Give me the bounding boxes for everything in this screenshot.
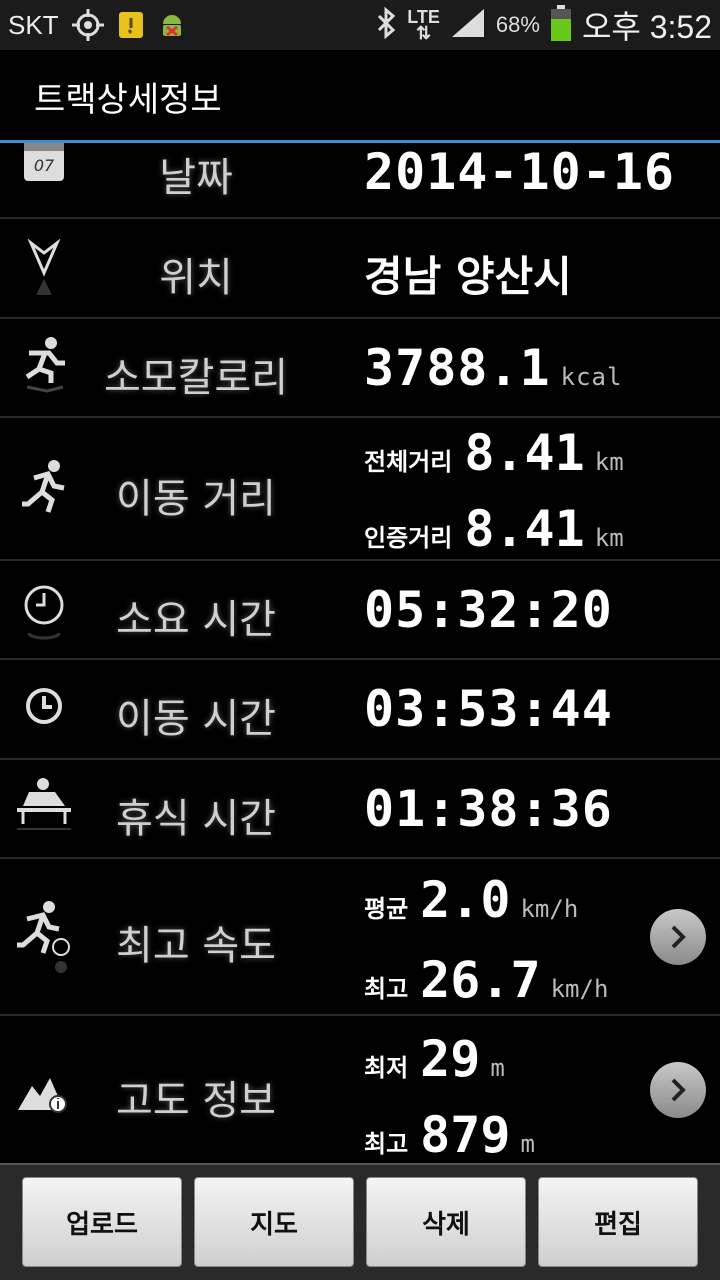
calories-value: 3788.1 kcal (364, 339, 622, 397)
map-button[interactable]: 지도 (194, 1177, 354, 1267)
total-distance-label: 전체거리 (364, 448, 453, 476)
max-altitude-value: 879 (420, 1106, 511, 1163)
rest-time-label: 휴식 시간 (116, 796, 276, 842)
speed-detail-button[interactable] (650, 909, 706, 965)
android-debug-icon (157, 10, 187, 40)
altitude-label: 고도 정보 (116, 1078, 276, 1124)
max-altitude-label: 최고 (364, 1130, 409, 1158)
max-speed: 최고 26.7 km/h (364, 951, 608, 1009)
certified-distance: 인증거리 8.41 km (364, 500, 624, 558)
calendar-icon-text: 07 (34, 156, 55, 175)
date-label: 날짜 (159, 155, 233, 201)
bluetooth-icon (375, 6, 397, 43)
upload-button[interactable]: 업로드 (22, 1177, 182, 1267)
status-clock: 오후 3:52 (581, 9, 712, 45)
edit-button[interactable]: 편집 (538, 1177, 698, 1267)
row-altitude[interactable]: 고도 정보 최저 29 m 최고 879 m (0, 1016, 720, 1163)
total-distance-unit: km (594, 448, 624, 476)
max-speed-unit: km/h (550, 975, 609, 1003)
max-speed-value: 26.7 (420, 951, 541, 1009)
signal-icon (450, 7, 486, 43)
speed-label: 최고 속도 (116, 923, 276, 969)
average-speed-label: 평균 (364, 895, 409, 923)
row-moving-time: 이동 시간 03:53:44 (0, 660, 720, 760)
row-elapsed-time: 소요 시간 05:32:20 (0, 561, 720, 660)
distance-label: 이동 거리 (116, 476, 276, 522)
delete-button[interactable]: 삭제 (366, 1177, 526, 1267)
average-speed-unit: km/h (520, 895, 579, 923)
page-title: 트랙상세정보 (34, 80, 222, 120)
row-distance: 이동 거리 전체거리 8.41 km 인증거리 8.41 km (0, 418, 720, 561)
elapsed-time-label: 소요 시간 (116, 597, 276, 643)
calendar-icon: 07 (14, 143, 74, 185)
clock-icon (14, 686, 74, 736)
title-bar: 트랙상세정보 (0, 50, 720, 143)
runner-icon (14, 458, 74, 524)
track-detail-list[interactable]: 07 날짜 2014-10-16 위치 경남 양산시 소모칼로리 3788.1 k… (0, 143, 720, 1163)
running-man-icon (14, 335, 74, 401)
average-speed: 평균 2.0 km/h (364, 871, 578, 929)
certified-distance-label: 인증거리 (364, 524, 453, 552)
total-distance: 전체거리 8.41 km (364, 424, 624, 482)
carrier-label: SKT (8, 9, 59, 40)
row-calories: 소모칼로리 3788.1 kcal (0, 319, 720, 418)
altitude-detail-button[interactable] (650, 1062, 706, 1118)
chevron-right-icon (671, 925, 686, 949)
mountain-info-icon (14, 1074, 74, 1114)
average-speed-value: 2.0 (420, 871, 511, 929)
max-speed-label: 최고 (364, 975, 409, 1003)
max-altitude: 최고 879 m (364, 1106, 535, 1163)
elapsed-time-value: 05:32:20 (364, 581, 613, 639)
chevron-right-icon (671, 1078, 686, 1102)
date-value: 2014-10-16 (364, 143, 676, 201)
speed-runner-icon (14, 899, 74, 975)
certified-distance-unit: km (594, 524, 624, 552)
resting-icon (14, 776, 74, 840)
rest-time-value: 01:38:36 (364, 780, 613, 838)
row-location: 위치 경남 양산시 (0, 219, 720, 319)
bottom-action-bar: 업로드 지도 삭제 편집 (0, 1163, 720, 1280)
gps-icon (71, 8, 105, 42)
row-rest-time: 휴식 시간 01:38:36 (0, 760, 720, 859)
status-bar: SKT LTE ⇅ 68% 오후 3:52 (0, 0, 720, 50)
location-value: 경남 양산시 (364, 252, 572, 301)
stopwatch-icon (14, 581, 74, 641)
battery-icon (550, 5, 572, 45)
min-altitude-label: 최저 (364, 1054, 409, 1082)
location-arrow-icon (14, 239, 74, 299)
certified-distance-value: 8.41 (464, 500, 585, 558)
row-date: 07 날짜 2014-10-16 (0, 143, 720, 219)
calories-number: 3788.1 (364, 339, 551, 397)
location-label: 위치 (159, 255, 233, 301)
min-altitude-value: 29 (420, 1030, 481, 1088)
lte-icon: LTE ⇅ (407, 7, 440, 43)
network-label: LTE (407, 7, 440, 27)
min-altitude: 최저 29 m (364, 1030, 505, 1088)
calories-label: 소모칼로리 (104, 355, 288, 401)
total-distance-value: 8.41 (464, 424, 585, 482)
moving-time-label: 이동 시간 (116, 696, 276, 742)
calories-unit: kcal (560, 363, 623, 391)
min-altitude-unit: m (490, 1054, 505, 1082)
row-speed[interactable]: 최고 속도 평균 2.0 km/h 최고 26.7 km/h (0, 859, 720, 1016)
max-altitude-unit: m (520, 1130, 535, 1158)
moving-time-value: 03:53:44 (364, 680, 613, 738)
battery-percent: 68% (495, 12, 540, 37)
notification-icon (117, 10, 145, 40)
